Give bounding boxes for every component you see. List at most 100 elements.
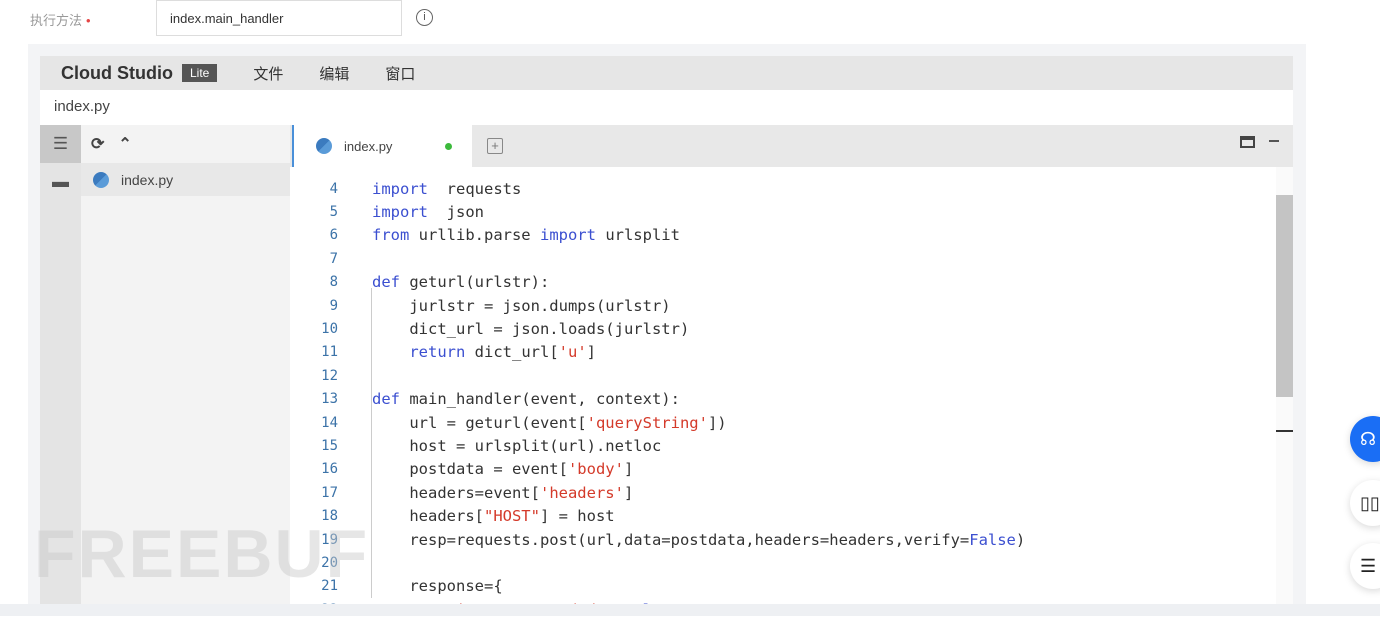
code-line: 6 from urllib.parse import urlsplit <box>290 224 1275 247</box>
code-token: response={ <box>372 577 503 596</box>
line-number: 8 <box>329 274 338 291</box>
code-lines[interactable]: 4 import requests 5 import json 6 from urllib… <box>290 177 1275 621</box>
code-line: 20 <box>290 551 1275 574</box>
line-text: def main_handler(event, context): <box>371 390 680 408</box>
line-text: def geturl(urlstr): <box>371 273 549 291</box>
code-line: 4 import requests <box>290 177 1275 200</box>
code-token: urlsplit <box>595 226 680 245</box>
line-text: headers["HOST"] = host <box>371 507 615 526</box>
line-number: 10 <box>321 321 338 338</box>
code-token: resp=requests.post(url,data=postdata,hea… <box>372 530 970 549</box>
tree-view-icon[interactable]: ☰ <box>40 125 81 163</box>
collapse-icon[interactable]: ⌃ <box>118 134 131 154</box>
line-number: 7 <box>329 250 338 267</box>
line-text: resp=requests.post(url,data=postdata,hea… <box>371 531 1025 549</box>
code-token: postdata = event[ <box>372 460 568 479</box>
menu-file[interactable]: 文件 <box>253 63 283 84</box>
code-token: geturl(urlstr): <box>400 273 550 292</box>
lite-badge: Lite <box>181 64 218 82</box>
code-line: 12 <box>290 364 1275 387</box>
line-text: from urllib.parse import urlsplit <box>371 226 680 244</box>
code-token: ] <box>586 343 596 362</box>
scrollbar-thumb[interactable] <box>1276 195 1293 397</box>
bottom-bar <box>0 604 1380 616</box>
line-text: import json <box>371 203 484 221</box>
code-token: 'queryString' <box>586 413 708 432</box>
method-input[interactable]: index.main_handler <box>156 0 402 36</box>
tab-index-py[interactable]: index.py <box>292 125 472 167</box>
code-token: jurlstr = json.dumps(urlstr) <box>372 296 671 315</box>
info-circle-icon[interactable]: i <box>416 9 433 26</box>
code-token: ] <box>623 460 634 479</box>
line-text: response={ <box>371 577 503 596</box>
line-number: 5 <box>329 204 338 221</box>
watermark: FREEBUF <box>34 516 370 592</box>
python-icon <box>93 171 109 188</box>
code-token: ] = host <box>539 507 615 526</box>
code-token: 'headers' <box>539 483 624 502</box>
code-line: 14 url = geturl(event['queryString']) <box>290 411 1275 434</box>
code-token: return <box>372 343 466 362</box>
book-icon[interactable]: ▯▯ <box>1350 480 1380 526</box>
file-item[interactable]: index.py <box>81 163 290 196</box>
code-line: 11 return dict_url['u'] <box>290 341 1275 364</box>
code-line: 10 dict_url = json.loads(jurlstr) <box>290 317 1275 340</box>
scrollbar[interactable] <box>1276 167 1293 616</box>
line-number: 14 <box>321 414 338 431</box>
code-token: 'body' <box>567 460 624 479</box>
code-token: dict_url = json.loads(jurlstr) <box>372 320 690 339</box>
code-token: import <box>372 179 428 198</box>
code-token: ]) <box>707 413 727 432</box>
code-token: from <box>372 226 410 245</box>
tab-label: index.py <box>344 138 393 154</box>
refresh-icon[interactable]: ⟳ <box>91 134 104 154</box>
code-line: 13 def main_handler(event, context): <box>290 388 1275 411</box>
line-number: 11 <box>321 344 338 361</box>
add-tab-icon[interactable]: + <box>487 138 503 154</box>
line-number: 6 <box>329 227 338 244</box>
code-token: ) <box>1015 530 1026 549</box>
file-path: index.py <box>40 90 1293 125</box>
headset-icon[interactable]: ☊ <box>1350 416 1380 462</box>
code-token: ] <box>623 483 634 502</box>
code-token: urllib.parse <box>409 226 540 245</box>
code-line: 21 response={ <box>290 575 1275 598</box>
maximize-icon[interactable] <box>1240 136 1255 148</box>
folder-icon[interactable]: ▬ <box>40 163 81 201</box>
code-editor[interactable]: index.py + 4 import requests 5 import json 6… <box>290 125 1293 619</box>
code-token: 'u' <box>558 343 587 362</box>
code-token: def <box>372 273 400 292</box>
line-number: 13 <box>321 391 338 408</box>
python-icon <box>316 138 332 154</box>
list-icon[interactable]: ☰ <box>1350 543 1380 589</box>
brand: Cloud Studio <box>61 62 173 83</box>
code-token: import <box>539 226 596 245</box>
code-token: "HOST" <box>483 507 540 526</box>
line-text: host = urlsplit(url).netloc <box>371 437 661 455</box>
code-line: 18 headers["HOST"] = host <box>290 504 1275 527</box>
menu-window[interactable]: 窗口 <box>385 63 415 84</box>
line-number: 12 <box>321 367 338 384</box>
menu-edit[interactable]: 编辑 <box>319 63 349 84</box>
code-token: def <box>372 390 400 409</box>
code-token: main_handler(event, context): <box>400 390 680 409</box>
minimize-icon[interactable] <box>1269 140 1279 142</box>
line-number: 4 <box>329 180 338 197</box>
scroll-marker <box>1276 430 1293 432</box>
code-token: False <box>969 530 1016 549</box>
line-number: 15 <box>321 437 338 454</box>
line-text: postdata = event['body'] <box>371 460 633 478</box>
code-token: headers[ <box>372 507 484 526</box>
code-line: 15 host = urlsplit(url).netloc <box>290 434 1275 457</box>
line-text: headers=event['headers'] <box>371 484 633 502</box>
code-token: url = geturl(event[ <box>372 413 587 432</box>
method-label: 执行方法 • <box>30 13 91 28</box>
code-token: import <box>372 203 428 222</box>
modified-dot <box>445 142 452 150</box>
code-token: json <box>428 203 484 222</box>
code-line: 19 resp=requests.post(url,data=postdata,… <box>290 528 1275 551</box>
line-number: 17 <box>321 484 338 501</box>
line-text: jurlstr = json.dumps(urlstr) <box>371 296 671 315</box>
tab-bar: index.py + <box>290 125 1293 167</box>
code-token: headers=event[ <box>372 483 540 502</box>
